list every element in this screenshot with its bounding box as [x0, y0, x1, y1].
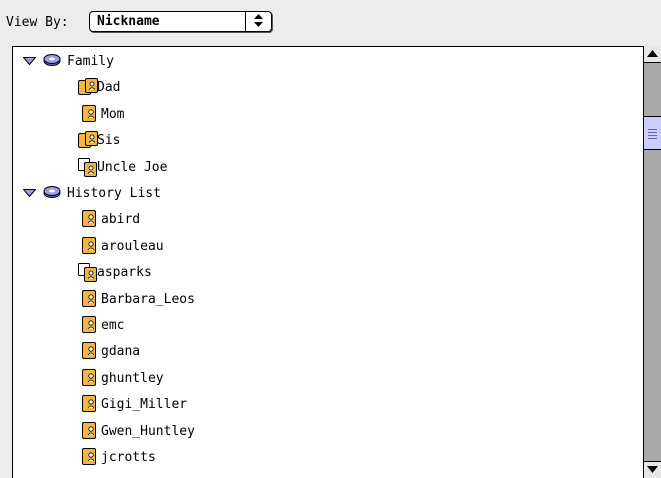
contact-label: Mom — [101, 106, 125, 122]
contact-label: arouleau — [101, 238, 164, 254]
contact-row[interactable]: jcrotts — [13, 444, 643, 470]
card-icon — [81, 289, 97, 312]
scroll-up-button[interactable] — [644, 46, 661, 63]
contact-row[interactable]: gdana — [13, 338, 643, 364]
contact-label: Uncle Joe — [97, 159, 168, 175]
contact-row[interactable]: Dad — [13, 74, 643, 100]
vertical-scrollbar[interactable] — [643, 46, 661, 478]
contact-row[interactable]: Mom — [13, 101, 643, 127]
group-label: History List — [67, 186, 161, 201]
scroll-up-arrow-icon — [647, 50, 658, 57]
mailing-list-icon — [77, 262, 99, 287]
scroll-thumb[interactable] — [644, 116, 661, 150]
card-icon — [81, 447, 97, 470]
toolbar: View By: Nickname — [0, 0, 661, 44]
contact-row[interactable]: Gigi_Miller — [13, 391, 643, 417]
contact-label: jcrotts — [101, 450, 156, 465]
disclosure-triangle-icon[interactable] — [23, 57, 36, 65]
contact-label: emc — [101, 318, 125, 333]
card-icon — [81, 104, 97, 127]
scroll-down-button[interactable] — [644, 461, 661, 478]
contact-row[interactable]: emc — [13, 312, 643, 338]
group-row[interactable]: History List — [13, 180, 643, 206]
group-card-icon — [77, 130, 99, 153]
group-row[interactable]: Family — [13, 48, 643, 74]
group-card-icon — [77, 77, 99, 100]
address-book-icon — [43, 186, 61, 198]
updown-arrows-icon — [245, 11, 272, 32]
contact-label: Gigi_Miller — [101, 397, 188, 413]
contact-label: Gwen_Huntley — [101, 423, 195, 439]
contact-label: abird — [101, 212, 141, 228]
view-by-select[interactable]: Nickname — [89, 11, 272, 32]
contact-label: asparks — [97, 265, 152, 281]
contact-row[interactable]: arouleau — [13, 233, 643, 259]
address-book-list[interactable]: Family Dad Mom Sis Uncle Joe History List abir… — [12, 46, 661, 478]
card-icon — [81, 394, 97, 417]
contact-row[interactable]: asparks — [13, 259, 643, 285]
contact-row[interactable]: Gwen_Huntley — [13, 418, 643, 444]
mailing-list-icon — [77, 157, 99, 182]
contact-label: ghuntley — [101, 370, 164, 386]
contact-row[interactable]: ghuntley — [13, 365, 643, 391]
disclosure-triangle-icon[interactable] — [23, 189, 36, 197]
view-by-selected-value: Nickname — [97, 14, 160, 29]
card-icon — [81, 421, 97, 444]
contact-row[interactable]: Sis — [13, 127, 643, 153]
contact-label: Sis — [97, 133, 121, 149]
card-icon — [81, 368, 97, 391]
group-label: Family — [67, 54, 114, 69]
card-icon — [81, 236, 97, 259]
card-icon — [81, 315, 97, 338]
contact-row[interactable]: abird — [13, 206, 643, 232]
scroll-down-arrow-icon — [647, 466, 658, 473]
contact-row[interactable]: Barbara_Leos — [13, 286, 643, 312]
card-icon — [81, 341, 97, 364]
contact-label: Dad — [97, 80, 121, 96]
contact-label: Barbara_Leos — [101, 291, 195, 307]
card-icon — [81, 209, 97, 232]
address-book-icon — [43, 54, 61, 66]
view-by-label: View By: — [6, 15, 69, 30]
contact-row[interactable]: Uncle Joe — [13, 154, 643, 180]
contact-label: gdana — [101, 344, 141, 360]
